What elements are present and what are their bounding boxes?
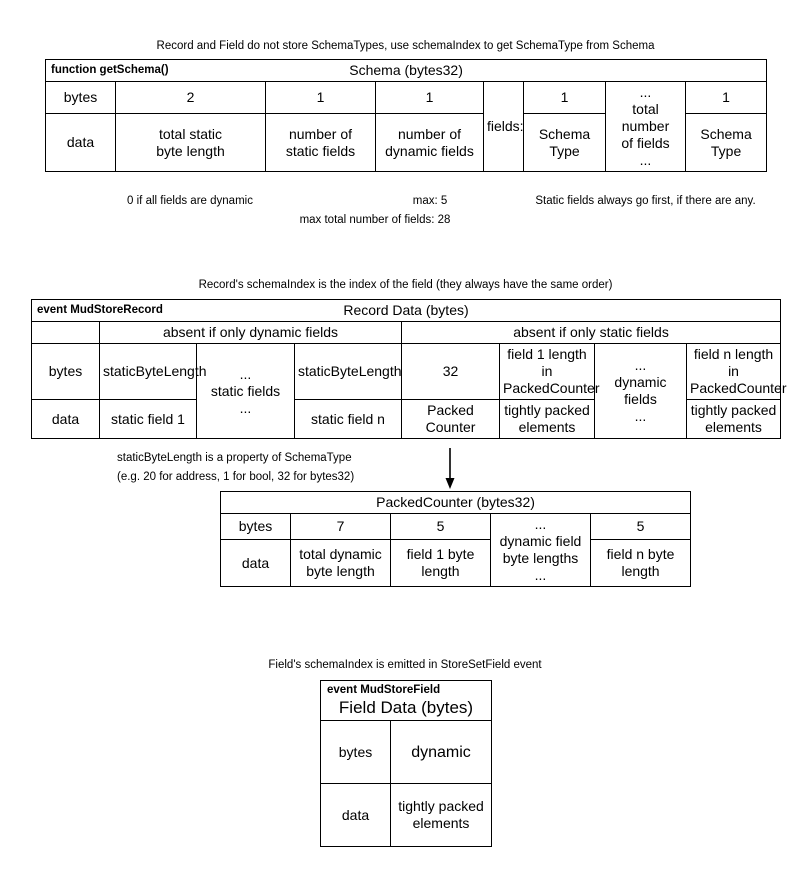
packed-counter-data-field-n: field n byte length	[589, 539, 692, 587]
schema-table: function getSchema() Schema (bytes32) by…	[44, 59, 768, 172]
schema-bytes-total-static: 2	[115, 80, 266, 115]
field-data-row: data tightly packed elements	[320, 783, 493, 847]
note-record-sbl-1: staticByteLength is a property of Schema…	[117, 452, 352, 464]
packed-counter-title-cell: PackedCounter (bytes32)	[219, 491, 692, 514]
packed-counter-data-field-1: field 1 byte length	[390, 539, 491, 587]
record-bytes-packed-counter: 32	[401, 343, 500, 400]
record-absent-blank	[31, 321, 100, 344]
record-row-label-data: data	[31, 399, 100, 439]
field-bytes-dynamic: dynamic	[389, 720, 493, 784]
note-schema-static-first: Static fields always go first, if there …	[535, 195, 756, 207]
schema-bytes-row: bytes 2 1 1 fields: 1 ... total number o…	[45, 80, 768, 172]
schema-row-label-data: data	[45, 113, 116, 172]
field-data-packed: tightly packed elements	[389, 783, 493, 847]
note-record-sbl-2: (e.g. 20 for address, 1 for bool, 32 for…	[117, 471, 355, 483]
record-absent-dynamic: absent if only dynamic fields	[99, 321, 402, 344]
record-table: event MudStoreRecord Record Data (bytes)…	[30, 299, 787, 439]
packed-counter-title-row: PackedCounter (bytes32)	[219, 491, 692, 514]
schema-ellipsis-cell: ... total number of fields ...	[605, 81, 686, 172]
packed-counter-table: PackedCounter (bytes32) bytes 7 5 ... dy…	[219, 491, 692, 587]
record-data-field-n: tightly packed elements	[685, 399, 782, 439]
note-record-top: Record's schemaIndex is the index of the…	[198, 279, 613, 291]
record-absent-static: absent if only static fields	[400, 321, 782, 344]
schema-row-label-bytes: bytes	[45, 80, 116, 115]
schema-title: Schema (bytes32)	[349, 62, 463, 78]
record-data-field-1: tightly packed elements	[499, 399, 595, 439]
schema-title-row: function getSchema() Schema (bytes32)	[44, 59, 768, 82]
diagram-canvas: Record and Field do not store SchemaType…	[0, 0, 811, 871]
packed-counter-data-total: total dynamic byte length	[290, 539, 391, 587]
record-absent-row: absent if only dynamic fields absent if …	[31, 321, 782, 344]
record-title-cell: event MudStoreRecord Record Data (bytes)	[30, 299, 782, 322]
schema-data-total-static: total static byte length	[115, 113, 266, 172]
schema-bytes-num-static: 1	[265, 80, 376, 115]
record-data-static-n: static field n	[294, 399, 402, 439]
field-row-label-bytes: bytes	[320, 720, 391, 784]
record-tag: event MudStoreRecord	[37, 304, 163, 316]
schema-bytes-num-dynamic: 1	[375, 80, 484, 115]
packed-counter-row-label-bytes: bytes	[220, 512, 291, 541]
note-schema-top: Record and Field do not store SchemaType…	[156, 40, 655, 52]
field-table: event MudStoreField Field Data (bytes) b…	[319, 680, 493, 847]
field-row-label-data: data	[320, 783, 391, 847]
record-bytes-static-1: staticByteLength	[99, 343, 207, 400]
schema-title-cell: function getSchema() Schema (bytes32)	[44, 59, 768, 82]
record-row-label-bytes: bytes	[31, 343, 100, 400]
schema-data-num-dynamic: number of dynamic fields	[375, 113, 484, 172]
schema-bytes-schematype-n: 1	[684, 80, 768, 115]
schema-data-schematype-1: Schema Type	[523, 113, 606, 172]
schema-bytes-schematype-1: 1	[523, 80, 606, 115]
schema-fields-label: fields:	[483, 81, 524, 172]
packed-counter-bytes-field-n: 5	[589, 512, 692, 541]
packed-counter-ellipsis-cell: ... dynamic field byte lengths ...	[490, 513, 591, 587]
schema-data-schematype-n: Schema Type	[684, 113, 768, 172]
note-schema-dynamic: 0 if all fields are dynamic	[127, 195, 253, 207]
schema-tag: function getSchema()	[51, 64, 169, 76]
record-bytes-field-1: field 1 length in PackedCounter	[499, 343, 600, 400]
record-bytes-row: bytes staticByteLength ... static fields…	[31, 343, 787, 439]
field-title-row: event MudStoreField Field Data (bytes)	[319, 680, 493, 721]
packed-counter-bytes-total: 7	[290, 512, 391, 541]
schema-data-num-static: number of static fields	[265, 113, 376, 172]
record-bytes-static-n: staticByteLength	[294, 343, 402, 400]
packed-counter-row-label-data: data	[220, 539, 291, 587]
record-data-static-1: static field 1	[99, 399, 197, 439]
arrow-to-packed-counter	[445, 448, 455, 489]
note-schema-maxtotal: max total number of fields: 28	[299, 214, 451, 226]
record-ellipsis-dynamic: ... dynamic fields ...	[594, 343, 687, 439]
record-title: Record Data (bytes)	[343, 302, 469, 318]
note-field-top: Field's schemaIndex is emitted in StoreS…	[268, 659, 542, 671]
record-ellipsis-static: ... static fields ...	[196, 343, 295, 439]
packed-counter-bytes-field-1: 5	[390, 512, 491, 541]
record-data-packed-counter: Packed Counter	[401, 399, 500, 439]
packed-counter-data-row: data total dynamic byte length field 1 b…	[220, 539, 692, 587]
field-title-cell: event MudStoreField Field Data (bytes)	[319, 680, 493, 721]
field-title: Field Data (bytes)	[338, 698, 474, 717]
record-title-row: event MudStoreRecord Record Data (bytes)	[30, 299, 782, 322]
record-bytes-field-n: field n length in PackedCounter	[685, 343, 787, 400]
field-bytes-row: bytes dynamic	[320, 720, 493, 784]
field-tag: event MudStoreField	[327, 684, 441, 696]
note-schema-max5: max: 5	[412, 195, 448, 207]
packed-counter-bytes-row: bytes 7 5 ... dynamic field byte lengths…	[220, 512, 692, 587]
